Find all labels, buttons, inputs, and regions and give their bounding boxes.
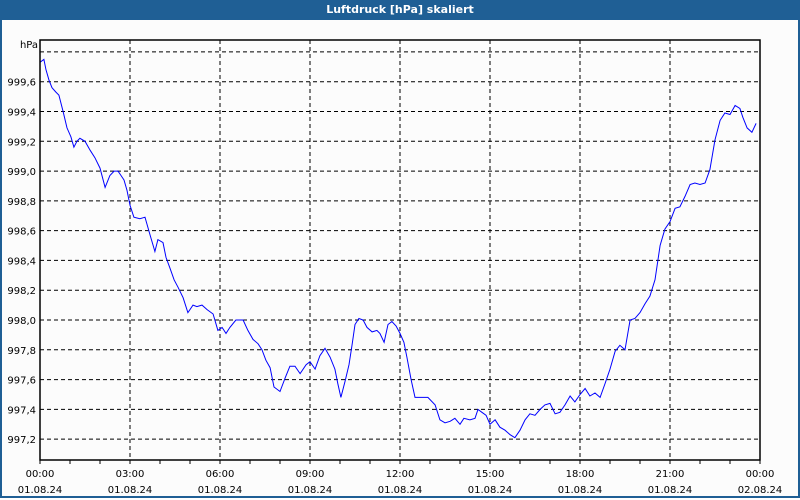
y-tick-label: 999,6 [7,78,36,89]
y-tick-label: 999,4 [7,107,36,118]
x-tick-date: 01.08.24 [108,485,153,496]
series-line-luftdruck [39,58,757,439]
y-tick-label: 998,2 [7,286,36,297]
y-tick-label: 997,6 [7,376,36,387]
y-axis-unit-label: hPa [20,40,38,51]
y-tick-label: 998,0 [7,316,36,327]
x-tick-time: 12:00 [386,469,415,480]
x-tick-time: 00:00 [26,469,55,480]
y-tick-label: 999,2 [7,137,36,148]
x-tick-date: 02.08.24 [738,485,783,496]
x-tick-time: 03:00 [116,469,145,480]
x-tick-date: 01.08.24 [468,485,513,496]
x-tick-date: 01.08.24 [18,485,63,496]
x-tick-time: 09:00 [296,469,325,480]
y-tick-label: 997,2 [7,435,36,446]
x-tick-time: 21:00 [656,469,685,480]
pressure-chart: hPa 999,6 999,4 999,2 999,0 998,8 998,6 998,4 9… [7,39,783,496]
y-tick-label: 997,4 [7,405,36,416]
x-tick-time: 06:00 [206,469,235,480]
y-tick-label: 998,4 [7,256,36,267]
y-tick-label: 997,8 [7,346,36,357]
y-tick-label: 998,6 [7,227,36,238]
x-tick-time: 15:00 [476,469,505,480]
y-tick-label: 999,0 [7,167,36,178]
x-tick-time: 18:00 [566,469,595,480]
x-tick-time: 00:00 [746,469,775,480]
x-tick-date: 01.08.24 [378,485,423,496]
y-tick-label: 998,8 [7,197,36,208]
x-tick-date: 01.08.24 [288,485,333,496]
x-tick-date: 01.08.24 [648,485,693,496]
x-tick-date: 01.08.24 [198,485,243,496]
x-tick-date: 01.08.24 [558,485,603,496]
